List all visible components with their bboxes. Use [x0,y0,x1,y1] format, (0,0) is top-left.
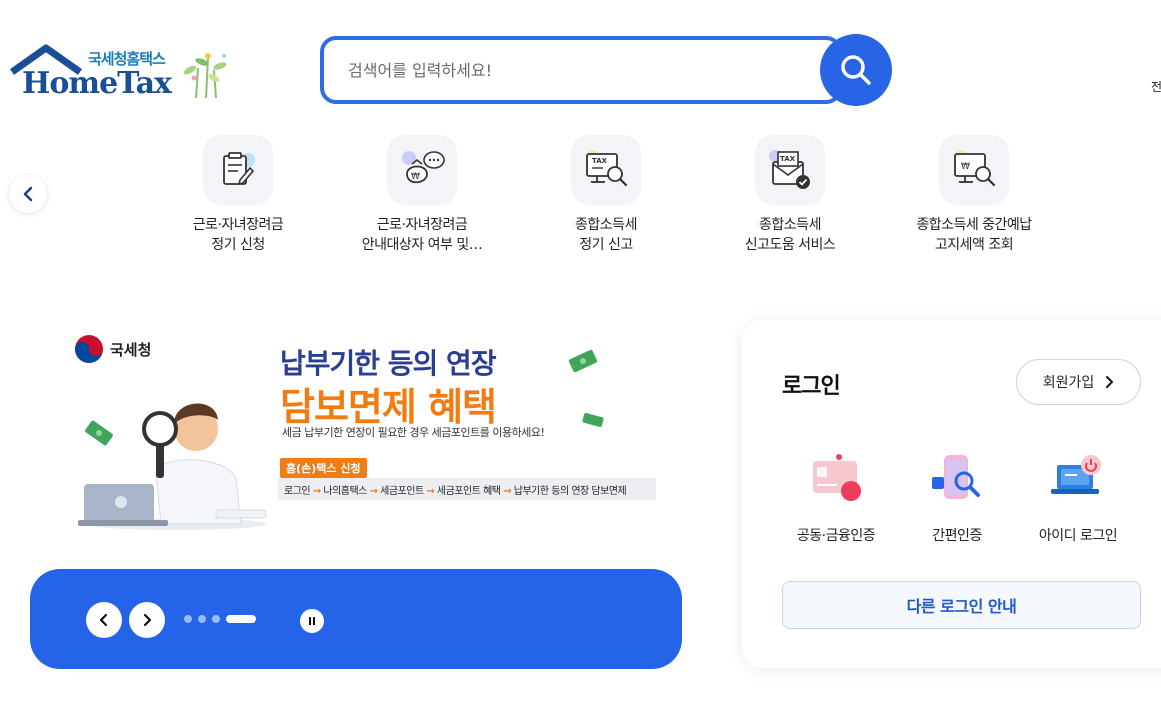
quick-menu-label: 근로·자녀장려금 정기 신청 [192,217,284,253]
path-step: 납부기한 등의 연장 담보면제 [513,486,627,497]
money-bill-icon [582,413,604,427]
banner-tag: 홈(손)택스 신청 [280,458,367,478]
path-step: 세금포인트 [380,486,424,497]
pause-icon [309,617,315,625]
hometax-logo[interactable]: 국세청홈택스 HomeTax [10,44,240,101]
path-step: 로그인 [284,486,311,497]
chevron-right-icon [143,613,152,627]
quick-menu-item-income-tax-help[interactable]: TAX 종합소득세 신고도움 서비스 [700,135,880,255]
signup-label: 회원가입 [1042,375,1095,391]
quick-menu-label: 근로·자녀장려금 안내대상자 여부 및… [361,217,483,253]
login-option-label: 아이디 로그인 [1038,528,1118,544]
quick-menu-label: 종합소득세 중간예납 고지세액 조회 [916,217,1032,253]
person-magnifier-illustration [78,403,267,530]
id-login-option[interactable]: 아이디 로그인 [1018,446,1138,545]
quick-menu-item-income-tax-filing[interactable]: TAX 종합소득세 정기 신고 [516,135,696,255]
search-button[interactable] [820,34,892,106]
search-input[interactable] [348,54,808,86]
quick-menu-label: 종합소득세 정기 신고 [575,217,637,253]
laptop-power-icon [1018,446,1138,512]
chevron-left-icon [99,613,108,627]
banner-pause-button[interactable] [300,609,324,633]
nts-brand: 국세청 [74,334,151,364]
quick-menu-item-incentive-apply[interactable]: 근로·자녀장려금 정기 신청 [148,135,328,255]
path-step: 나의홈택스 [323,486,367,497]
slide-dot[interactable] [198,615,206,623]
certificate-card-icon [776,446,896,512]
money-bag-chat-icon: ₩ [387,135,457,205]
slide-indicator [184,615,256,623]
path-arrow: → [503,486,512,497]
svg-text:TAX: TAX [592,157,608,165]
banner-subtitle: 세금 납부기한 연장이 필요한 경우 세금포인트를 이용하세요! [282,426,545,439]
slide-dot[interactable] [212,615,220,623]
login-option-label: 간편인증 [932,528,982,544]
slide-dot[interactable] [184,615,192,623]
search-box [320,36,842,104]
other-login-guide-button[interactable]: 다른 로그인 안내 [782,581,1141,629]
other-login-label: 다른 로그인 안내 [906,597,1017,616]
money-bill-icon [85,420,113,446]
monitor-search-icon: ₩ [939,135,1009,205]
login-option-label: 공동·금융인증 [796,528,876,544]
quick-menu-label: 종합소득세 신고도움 서비스 [744,217,836,253]
application-form-icon [203,135,273,205]
header-edge-text[interactable]: 전 [1151,78,1161,95]
logo-english-text: HomeTax [22,66,172,101]
banner-headline: 담보면제 혜택 [280,385,497,429]
banner-prev-button[interactable] [86,602,122,638]
plant-decoration-icon [183,53,227,98]
svg-text:TAX: TAX [780,155,796,163]
tax-monitor-search-icon: TAX [571,135,641,205]
chevron-right-icon [1106,376,1114,388]
signup-button[interactable]: 회원가입 [1016,359,1141,405]
taegeuk-emblem-icon [75,335,103,363]
chevron-left-icon [23,186,33,202]
path-arrow: → [369,486,378,497]
quick-menu-item-interim-prepayment[interactable]: ₩ 종합소득세 중간예납 고지세액 조회 [884,135,1064,255]
svg-text:₩: ₩ [961,162,970,172]
simple-auth-phone-icon [897,446,1017,512]
quick-menu-prev-button[interactable] [9,175,47,213]
path-step: 세금포인트 혜택 [436,486,501,497]
slide-dot-active[interactable] [226,615,256,623]
path-arrow: → [426,486,435,497]
login-title: 로그인 [782,374,841,399]
banner-controls [30,569,682,669]
banner-next-button[interactable] [129,602,165,638]
money-bill-icon [568,349,598,373]
svg-text:₩: ₩ [411,172,420,182]
path-arrow: → [312,486,321,497]
banner-path: 로그인 → 나의홈택스 → 세금포인트 → 세금포인트 혜택 → 납부기한 등의… [278,478,656,500]
simple-auth-login-option[interactable]: 간편인증 [897,446,1017,545]
search-icon [841,55,871,85]
quick-menu-item-incentive-check[interactable]: ₩ 근로·자녀장려금 안내대상자 여부 및… [332,135,512,255]
certificate-login-option[interactable]: 공동·금융인증 [776,446,896,545]
agency-name: 국세청 [110,340,152,359]
tax-envelope-check-icon: TAX [755,135,825,205]
login-panel: 로그인 회원가입 공동·금융인증 간편인증 아이디 로그인 다른 로그인 안내 [742,320,1161,668]
